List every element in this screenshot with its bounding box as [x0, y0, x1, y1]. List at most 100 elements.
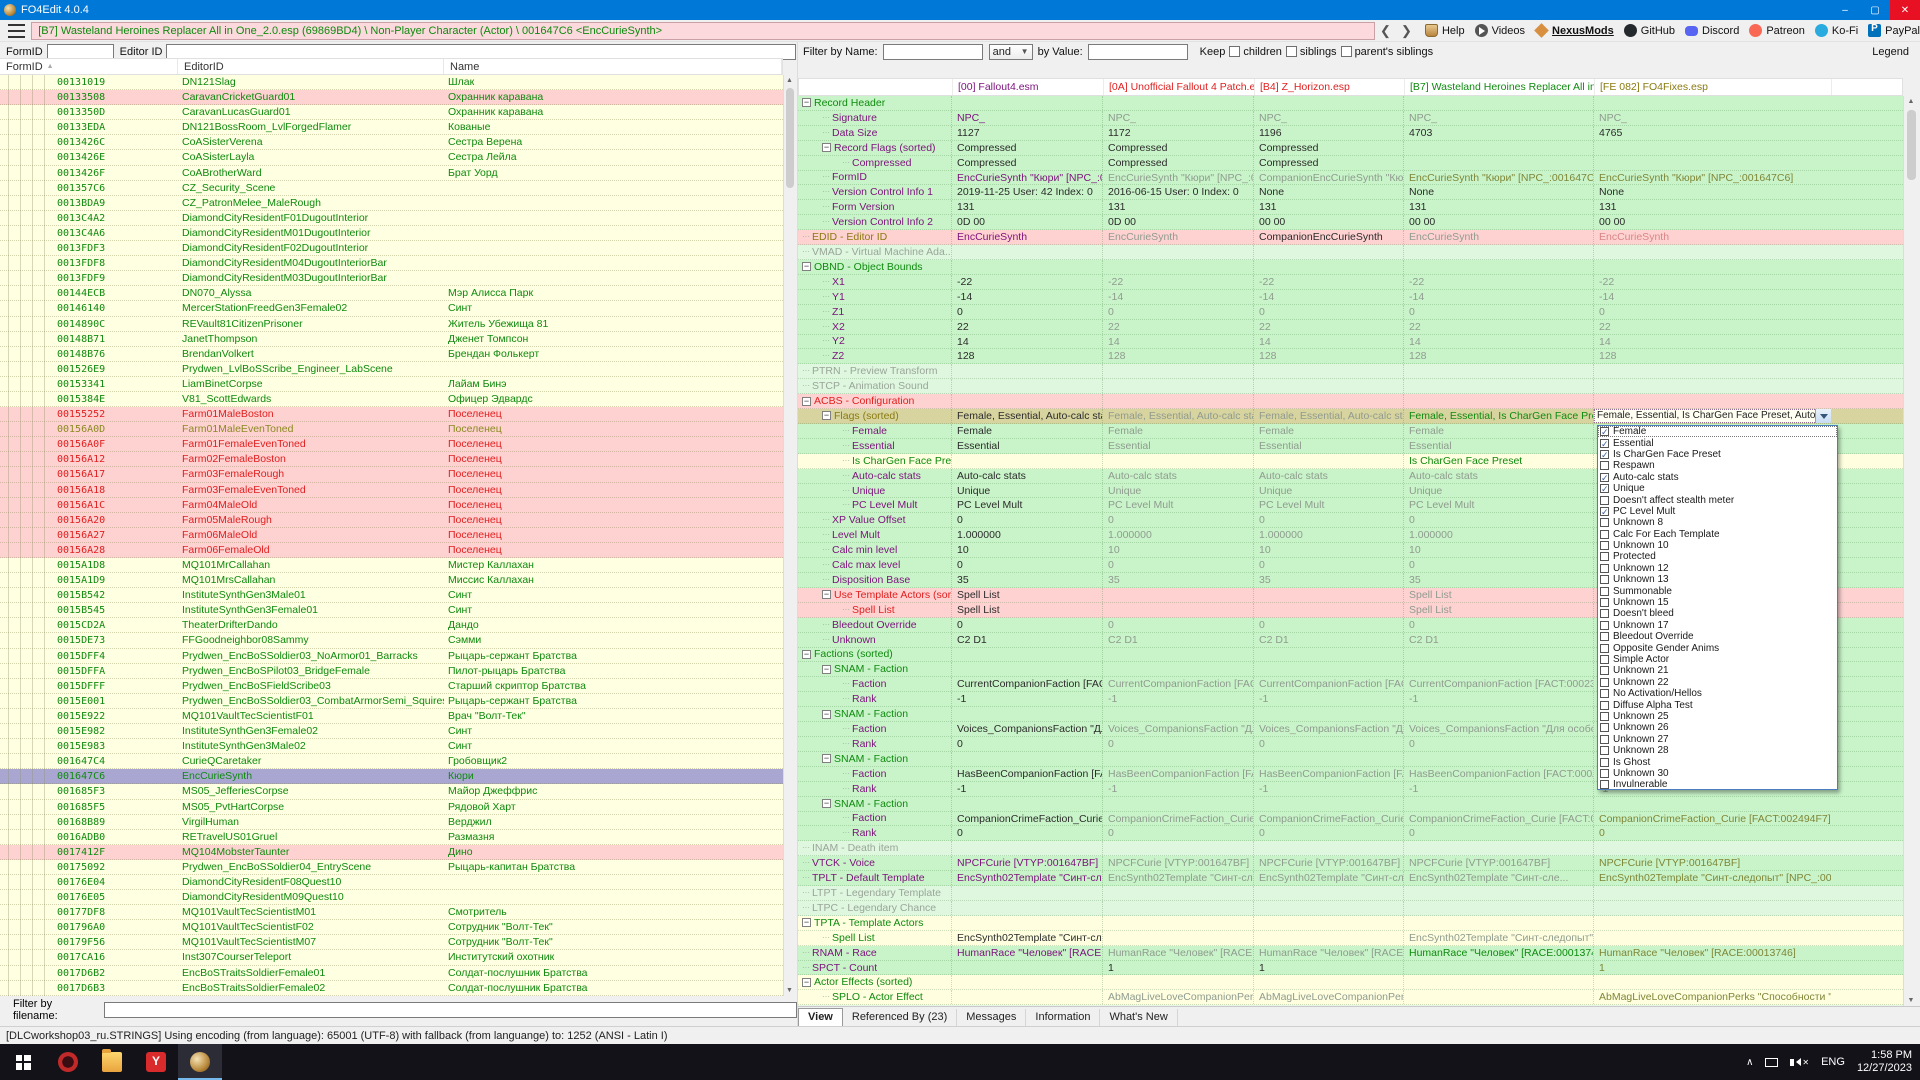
dropdown-item[interactable]: Bleedout Override	[1598, 631, 1837, 642]
checkbox-icon[interactable]	[1600, 644, 1609, 653]
checkbox-icon[interactable]	[1600, 666, 1609, 675]
record-row[interactable]: ···SPCT - Count111	[798, 961, 1903, 976]
checkbox-icon[interactable]: ✓	[1600, 439, 1609, 448]
taskbar-fo4edit-icon[interactable]	[178, 1044, 222, 1080]
table-row[interactable]: 00156A20Farm05MaleRoughПоселенец	[0, 513, 783, 528]
column-header-name[interactable]: Name	[444, 59, 782, 74]
table-row[interactable]: 0013FDF3DiamondCityResidentF02DugoutInte…	[0, 241, 783, 256]
dropdown-item[interactable]: Unknown 13	[1598, 574, 1837, 585]
checkbox-icon[interactable]	[1600, 541, 1609, 550]
checkbox-icon[interactable]	[1600, 769, 1609, 778]
record-row[interactable]: ···LTPT - Legendary Template	[798, 886, 1903, 901]
dropdown-item[interactable]: Unknown 30	[1598, 768, 1837, 779]
table-row[interactable]: 0015DFFFPrydwen_EncBoSFieldScribe03Старш…	[0, 679, 783, 694]
record-row[interactable]: ···FormIDEncCurieSynth "Кюри" [NPC_:00..…	[798, 171, 1903, 186]
table-row[interactable]: 0013C4A6DiamondCityResidentM01DugoutInte…	[0, 226, 783, 241]
table-row[interactable]: 0015E982InstituteSynthGen3Female02Синт	[0, 724, 783, 739]
table-row[interactable]: 00133EDADN121BossRoom_LvlForgedFlamerКов…	[0, 120, 783, 135]
collapse-icon[interactable]: −	[822, 411, 831, 420]
dropdown-item[interactable]: ✓Is CharGen Face Preset	[1598, 449, 1837, 460]
table-row[interactable]: 0015A1D9MQ101MrsCallahanМиссис Каллахан	[0, 573, 783, 588]
dropdown-item[interactable]: Unknown 10	[1598, 540, 1837, 551]
checkbox-icon[interactable]: ✓	[1600, 473, 1609, 482]
record-row[interactable]: −SNAM - Faction	[798, 797, 1903, 812]
record-row[interactable]: ···X22222222222	[798, 320, 1903, 335]
plugin-column-2[interactable]: [B4] Z_Horizon.esp	[1255, 79, 1405, 95]
table-row[interactable]: 00176E05DiamondCityResidentM09Quest10	[0, 890, 783, 905]
checkbox-icon[interactable]	[1600, 530, 1609, 539]
tab-messages[interactable]: Messages	[957, 1009, 1026, 1026]
table-row[interactable]: 00156A17Farm03FemaleRoughПоселенец	[0, 467, 783, 482]
table-row[interactable]: 0015DFFAPrydwen_EncBoSPilot03_BridgeFema…	[0, 664, 783, 679]
dropdown-item[interactable]: Calc For Each Template	[1598, 529, 1837, 540]
checkbox-icon[interactable]	[1286, 46, 1297, 57]
record-row[interactable]: ···SPLO - Actor EffectAbMagLiveLoveCompa…	[798, 990, 1903, 1005]
taskbar-file-explorer-icon[interactable]	[90, 1044, 134, 1080]
volume-muted-icon[interactable]: ✕	[1790, 1058, 1809, 1067]
table-row[interactable]: 0014890CREVault81CitizenPrisonerЖитель У…	[0, 317, 783, 332]
tab-referenced-by-23-[interactable]: Referenced By (23)	[843, 1009, 957, 1026]
dropdown-item[interactable]: No Activation/Hellos	[1598, 688, 1837, 699]
checkbox-icon[interactable]	[1600, 575, 1609, 584]
table-row[interactable]: 0013426ECoASisterLaylaСестра Лейла	[0, 150, 783, 165]
table-row[interactable]: 0013C4A2DiamondCityResidentF01DugoutInte…	[0, 211, 783, 226]
table-row[interactable]: 00156A27Farm06MaleOldПоселенец	[0, 528, 783, 543]
checkbox-icon[interactable]	[1600, 632, 1609, 641]
toolbar-link-ko-fi[interactable]: Ko-Fi	[1815, 24, 1858, 37]
toolbar-link-patreon[interactable]: Patreon	[1749, 24, 1805, 37]
breadcrumb[interactable]: [B7] Wasteland Heroines Replacer All in …	[31, 22, 1375, 40]
table-row[interactable]: 0017D6B2EncBoSTraitsSoldierFemale01Солда…	[0, 966, 783, 981]
dropdown-item[interactable]: ✓Essential	[1598, 437, 1837, 448]
dropdown-item[interactable]: Opposite Gender Anims	[1598, 642, 1837, 653]
table-row[interactable]: 0013FDF8DiamondCityResidentM04DugoutInte…	[0, 256, 783, 271]
record-row[interactable]: ···Y1-14-14-14-14-14	[798, 290, 1903, 305]
tray-expand-icon[interactable]: ∧	[1746, 1057, 1753, 1068]
checkbox-icon[interactable]: ✓	[1600, 427, 1609, 436]
record-row[interactable]: ···INAM - Death item	[798, 841, 1903, 856]
flags-dropdown-list[interactable]: ✓Female✓Essential✓Is CharGen Face Preset…	[1597, 425, 1838, 790]
dropdown-item[interactable]: Unknown 26	[1598, 722, 1837, 733]
table-row[interactable]: 00156A28Farm06FemaleOldПоселенец	[0, 543, 783, 558]
checkbox-icon[interactable]	[1600, 780, 1609, 789]
column-header-formid[interactable]: FormID▲	[0, 59, 178, 74]
record-row[interactable]: ···Z2128128128128128	[798, 349, 1903, 364]
clock[interactable]: 1:58 PM 12/27/2023	[1857, 1049, 1912, 1075]
dropdown-item[interactable]: Diffuse Alpha Test	[1598, 699, 1837, 710]
checkbox-icon[interactable]	[1600, 746, 1609, 755]
checkbox-icon[interactable]: ✓	[1600, 507, 1609, 516]
taskbar-browser-icon[interactable]	[46, 1044, 90, 1080]
table-row[interactable]: 001647C4CurieQCaretakerГробовщик2	[0, 754, 783, 769]
record-row[interactable]: ···VTCK - VoiceNPCFCurie [VTYP:001647BF]…	[798, 856, 1903, 871]
dropdown-button-icon[interactable]	[1815, 409, 1831, 423]
filename-filter-input[interactable]	[104, 1002, 797, 1018]
dropdown-item[interactable]: Doesn't bleed	[1598, 608, 1837, 619]
keep-option-parent-s-siblings[interactable]: parent's siblings	[1341, 46, 1434, 58]
table-row[interactable]: 0015384EV81_ScottEdwardsОфицер Эдвардс	[0, 392, 783, 407]
table-row[interactable]: 00168B89VirgilHumanВерджил	[0, 815, 783, 830]
checkbox-icon[interactable]	[1600, 655, 1609, 664]
record-row[interactable]: ···TPLT - Default TemplateEncSynth02Temp…	[798, 871, 1903, 886]
and-or-select[interactable]: and▼	[989, 44, 1033, 60]
table-row[interactable]: 0017412FMQ104MobsterTaunterДино	[0, 845, 783, 860]
table-row[interactable]: 0015E001Prydwen_EncBoSSoldier03_CombatAr…	[0, 694, 783, 709]
dropdown-item[interactable]: ✓Unique	[1598, 483, 1837, 494]
table-row[interactable]: 0015B542InstituteSynthGen3Male01Синт	[0, 588, 783, 603]
record-row[interactable]: −Actor Effects (sorted)	[798, 975, 1903, 990]
table-row[interactable]: 0015E983InstituteSynthGen3Male02Синт	[0, 739, 783, 754]
record-row[interactable]: −Record Flags (sorted)CompressedCompress…	[798, 141, 1903, 156]
collapse-icon[interactable]: −	[822, 799, 831, 808]
table-row[interactable]: 0017CA16Inst307CourserTeleportИнститутск…	[0, 950, 783, 965]
plugin-column-4[interactable]: [FE 082] FO4Fixes.esp	[1595, 79, 1832, 95]
legend-link[interactable]: Legend	[1872, 46, 1909, 58]
keep-option-children[interactable]: children	[1229, 46, 1282, 58]
record-row[interactable]: ···Form Version131131131131131	[798, 200, 1903, 215]
record-row[interactable]: −TPTA - Template Actors	[798, 916, 1903, 931]
table-row[interactable]: 00175092Prydwen_EncBoSSoldier04_EntrySce…	[0, 860, 783, 875]
language-indicator[interactable]: ENG	[1821, 1056, 1845, 1068]
filter-name-input[interactable]	[883, 44, 983, 60]
checkbox-icon[interactable]	[1600, 609, 1609, 618]
plugin-column-0[interactable]: [00] Fallout4.esm	[953, 79, 1104, 95]
table-row[interactable]: 0013FDF9DiamondCityResidentM03DugoutInte…	[0, 271, 783, 286]
dropdown-item[interactable]: Protected	[1598, 551, 1837, 562]
left-table-header[interactable]: FormID▲EditorIDName	[0, 58, 783, 75]
